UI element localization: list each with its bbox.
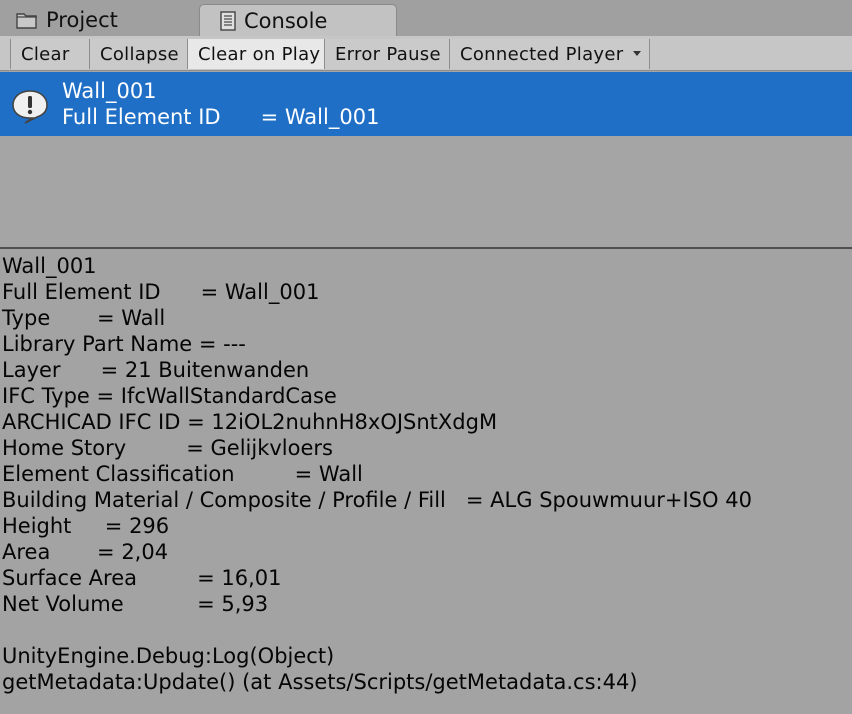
tab-bar: Project Console [0,0,852,36]
detail-line: Net Volume = 5,93 [2,592,269,616]
log-entry-selected[interactable]: Wall_001 Full Element ID = Wall_001 [0,72,852,136]
clear-on-play-toggle[interactable]: Clear on Play [187,39,325,69]
folder-icon [16,11,38,29]
tab-project[interactable]: Project [0,4,196,36]
log-entry-line2: Full Element ID = Wall_001 [62,105,380,129]
clear-button[interactable]: Clear [10,39,90,69]
detail-line: Home Story = Gelijkvloers [2,436,333,460]
tab-console[interactable]: Console [199,4,397,36]
clear-button-label: Clear [21,43,70,65]
detail-line: ARCHICAD IFC ID = 12iOL2nuhnH8xOJSntXdgM [2,410,498,434]
log-list[interactable]: Wall_001 Full Element ID = Wall_001 [0,71,852,247]
connected-player-dropdown[interactable]: Connected Player [449,39,650,69]
tab-project-label: Project [46,8,118,32]
detail-line: Layer = 21 Buitenwanden [2,358,310,382]
console-icon [220,10,236,31]
detail-line: getMetadata:Update() (at Assets/Scripts/… [2,670,638,694]
connected-player-label: Connected Player [460,43,624,65]
log-details-pane: Wall_001 Full Element ID = Wall_001 Type… [0,251,852,714]
detail-line: Surface Area = 16,01 [2,566,282,590]
collapse-button-label: Collapse [100,43,179,65]
error-pause-label: Error Pause [335,43,441,65]
error-pause-toggle[interactable]: Error Pause [324,39,450,69]
console-toolbar: Clear Collapse Clear on Play Error Pause… [0,36,852,71]
detail-line: UnityEngine.Debug:Log(Object) [2,644,335,668]
detail-line: Height = 296 [2,514,170,538]
detail-line: Building Material / Composite / Profile … [2,488,752,512]
detail-line: Area = 2,04 [2,540,169,564]
log-entry-line1: Wall_001 [62,79,157,103]
detail-line: Wall_001 [2,254,97,278]
collapse-button[interactable]: Collapse [89,39,188,69]
tab-console-label: Console [244,8,328,33]
unity-console-window: Project Console Clear Collapse Clear on … [0,0,852,714]
warning-bubble-icon [11,89,49,129]
detail-line: IFC Type = IfcWallStandardCase [2,384,337,408]
detail-line: Library Part Name = --- [2,332,246,356]
dropdown-arrow-icon [633,51,641,56]
pane-splitter[interactable] [0,247,852,249]
detail-line: Type = Wall [2,306,166,330]
detail-line: Element Classification = Wall [2,462,363,486]
detail-line: Full Element ID = Wall_001 [2,280,320,304]
clear-on-play-label: Clear on Play [198,43,321,65]
